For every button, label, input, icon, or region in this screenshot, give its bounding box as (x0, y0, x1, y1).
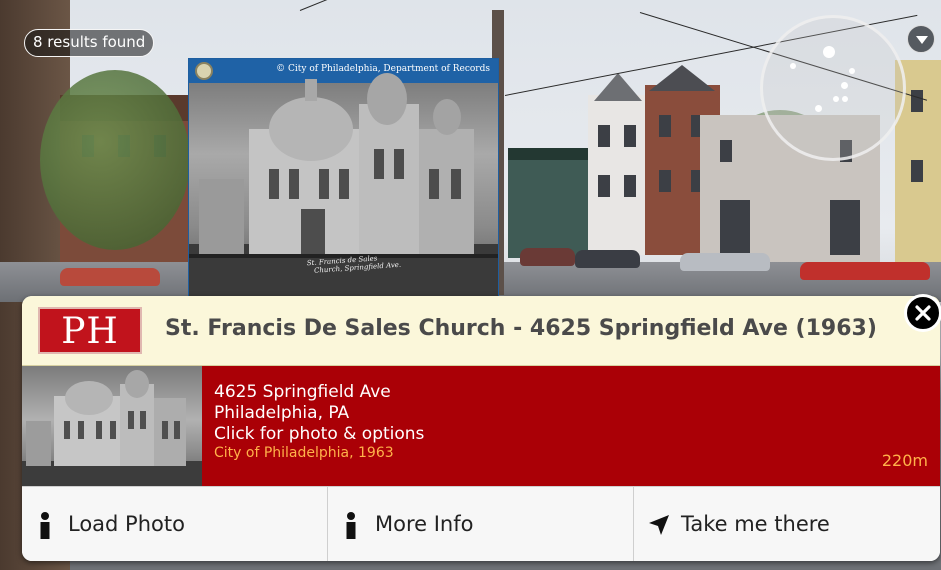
window (830, 200, 860, 255)
radar-point (849, 68, 855, 74)
window (624, 175, 636, 197)
more-info-label: More Info (375, 512, 474, 536)
radar-point (833, 96, 839, 102)
window (598, 175, 610, 197)
poi-address-block: 4625 Springfield Ave Philadelphia, PA Cl… (214, 382, 424, 462)
radar-point (842, 96, 848, 102)
load-photo-label: Load Photo (68, 512, 185, 536)
radar-point (790, 63, 796, 69)
window (598, 125, 610, 147)
address-line-2: Philadelphia, PA (214, 403, 350, 423)
window (624, 125, 636, 147)
poi-details[interactable]: 4625 Springfield Ave Philadelphia, PA Cl… (22, 366, 940, 486)
car (680, 253, 770, 271)
load-photo-button[interactable]: Load Photo (22, 487, 328, 561)
panel-header: PH St. Francis De Sales Church - 4625 Sp… (22, 296, 940, 366)
more-info-button[interactable]: More Info (328, 487, 634, 561)
take-me-there-label: Take me there (681, 512, 830, 536)
results-count-badge: 8 results found (24, 29, 155, 57)
navigation-arrow-icon (649, 515, 669, 535)
chevron-down-icon (916, 36, 928, 44)
building (588, 95, 648, 255)
window (659, 170, 671, 192)
radar-minimap[interactable] (760, 15, 906, 161)
radar-point (823, 46, 835, 58)
window (659, 115, 671, 137)
close-icon (915, 305, 931, 321)
take-me-there-button[interactable]: Take me there (634, 487, 940, 561)
logo-text: PH (61, 311, 119, 352)
poi-thumbnail[interactable] (22, 366, 202, 486)
car (800, 262, 930, 280)
poi-title: St. Francis De Sales Church - 4625 Sprin… (165, 316, 877, 341)
action-bar: Load Photo More Info Take me there (22, 486, 940, 561)
phillyhistory-logo: PH (38, 307, 142, 354)
window (911, 90, 923, 112)
car (60, 268, 160, 286)
address-line-1: 4625 Springfield Ave (214, 382, 391, 402)
info-icon (346, 512, 356, 539)
poi-info-panel[interactable]: PH St. Francis De Sales Church - 4625 Sp… (22, 296, 940, 561)
photo-options-hint[interactable]: Click for photo & options (214, 424, 424, 445)
tree (40, 70, 190, 250)
info-icon (40, 512, 50, 539)
window (720, 140, 732, 162)
car (575, 250, 640, 268)
church-thumbnail-image (22, 370, 202, 486)
radar-point (815, 105, 822, 112)
window (720, 200, 750, 255)
photo-source: City of Philadelphia, 1963 (214, 445, 394, 461)
window (911, 160, 923, 182)
historical-photo-overlay[interactable]: © City of Philadelphia, Department of Re… (188, 58, 499, 298)
options-menu-button[interactable] (907, 25, 935, 53)
close-panel-button[interactable] (904, 294, 941, 332)
power-line (299, 0, 486, 11)
distance-label: 220m (881, 451, 928, 470)
car (520, 248, 575, 266)
radar-point (841, 82, 848, 89)
